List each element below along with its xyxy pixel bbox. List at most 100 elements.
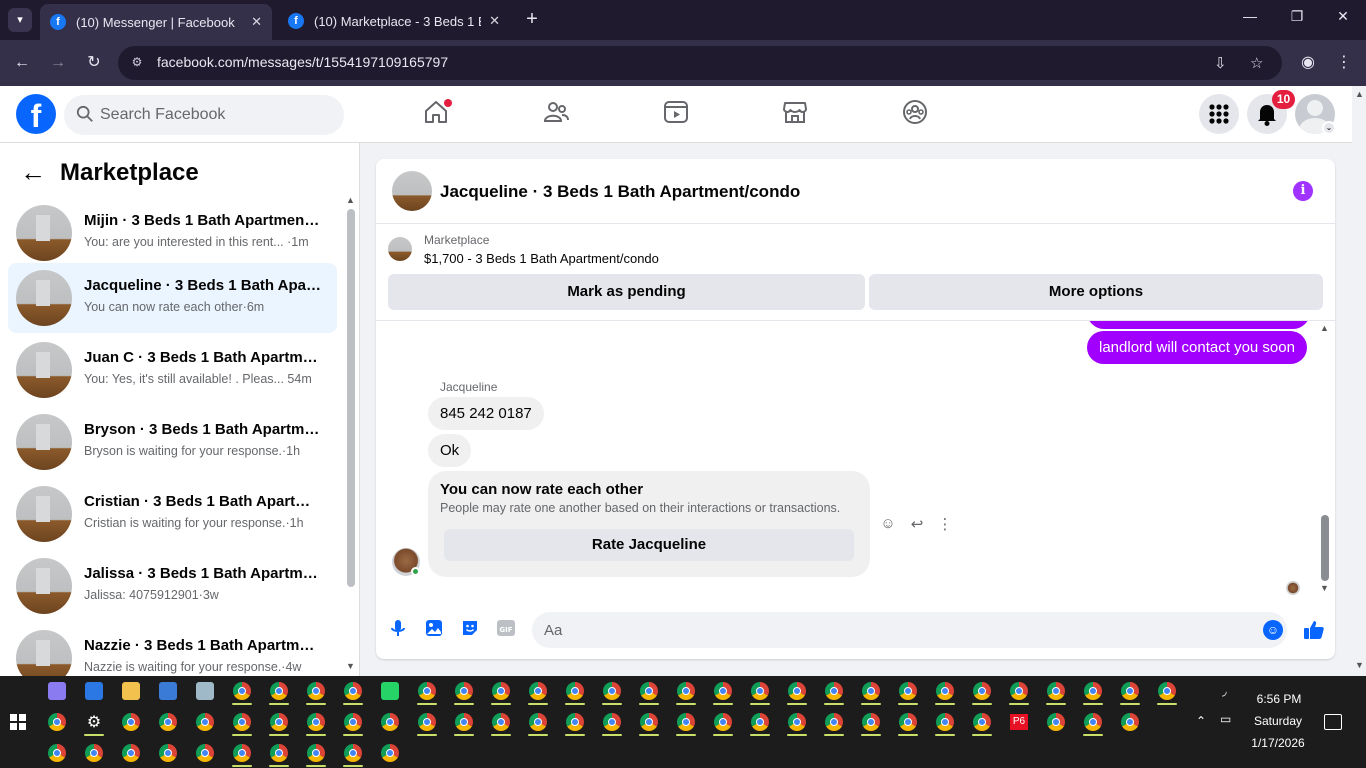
minimize-icon[interactable]: —	[1238, 8, 1262, 24]
conversation-item[interactable]: Jacqueline · 3 Beds 1 Bath Apart... You c…	[8, 263, 337, 333]
message-input-box[interactable]	[532, 612, 1287, 648]
chrome-taskbar-icon[interactable]	[307, 682, 325, 700]
taskbar-app-icon[interactable]	[122, 682, 140, 700]
chrome-taskbar-icon[interactable]	[233, 744, 251, 762]
chrome-taskbar-icon[interactable]	[862, 713, 880, 731]
chrome-taskbar-icon[interactable]	[492, 713, 510, 731]
rate-jacqueline-button[interactable]: Rate Jacqueline	[444, 529, 854, 561]
chrome-taskbar-icon[interactable]	[344, 744, 362, 762]
chrome-taskbar-icon[interactable]	[936, 682, 954, 700]
chrome-taskbar-icon[interactable]	[640, 713, 658, 731]
menu-grid-button[interactable]	[1199, 94, 1239, 134]
scroll-down-arrow-icon[interactable]: ▼	[346, 661, 355, 671]
mark-as-pending-button[interactable]: Mark as pending	[388, 274, 865, 310]
conversation-item[interactable]: Jalissa · 3 Beds 1 Bath Apartmen... Jalis…	[8, 551, 337, 621]
facebook-logo[interactable]: f	[16, 94, 56, 134]
url-bar[interactable]: ⚙ facebook.com/messages/t/15541971091657…	[118, 46, 1282, 80]
chevron-down-icon[interactable]: ⌄	[1322, 121, 1336, 135]
conversation-item[interactable]: Mijin · 3 Beds 1 Bath Apartment/... You: …	[8, 198, 337, 268]
browser-menu-icon[interactable]: ⋮	[1332, 52, 1356, 74]
chrome-taskbar-icon[interactable]	[603, 713, 621, 731]
chrome-taskbar-icon[interactable]	[307, 744, 325, 762]
chrome-taskbar-icon[interactable]	[455, 713, 473, 731]
microphone-icon[interactable]	[388, 618, 408, 638]
groups-icon[interactable]	[901, 98, 929, 126]
windows-start-icon[interactable]	[10, 714, 26, 730]
info-icon[interactable]: i	[1293, 181, 1313, 201]
more-options-button[interactable]: More options	[869, 274, 1323, 310]
listing-thumbnail[interactable]	[392, 171, 432, 211]
chrome-taskbar-icon[interactable]	[566, 682, 584, 700]
chrome-taskbar-icon[interactable]	[48, 713, 66, 731]
facebook-search[interactable]	[64, 95, 344, 135]
clock-day[interactable]: Saturday	[1246, 714, 1310, 728]
bookmark-star-icon[interactable]: ☆	[1250, 54, 1263, 72]
chrome-taskbar-icon[interactable]	[973, 682, 991, 700]
sticker-icon[interactable]	[460, 618, 480, 638]
taskbar-app-icon[interactable]	[381, 682, 399, 700]
battery-icon[interactable]: ▭	[1220, 712, 1231, 726]
chrome-taskbar-icon[interactable]	[788, 713, 806, 731]
chrome-taskbar-icon[interactable]	[85, 744, 103, 762]
chevron-up-icon[interactable]: ⌃	[1196, 714, 1206, 728]
chrome-taskbar-icon[interactable]	[714, 682, 732, 700]
clock-time[interactable]: 6:56 PM	[1250, 692, 1308, 706]
chrome-taskbar-icon[interactable]	[122, 713, 140, 731]
marketplace-icon[interactable]	[781, 98, 809, 126]
emoji-icon[interactable]: ☺	[1263, 620, 1283, 640]
taskbar-app-icon[interactable]	[196, 682, 214, 700]
chrome-taskbar-icon[interactable]	[640, 682, 658, 700]
listing-description[interactable]: $1,700 - 3 Beds 1 Bath Apartment/condo	[424, 251, 659, 266]
chrome-taskbar-icon[interactable]	[899, 682, 917, 700]
chrome-taskbar-icon[interactable]	[862, 682, 880, 700]
chrome-taskbar-icon[interactable]	[936, 713, 954, 731]
chrome-taskbar-icon[interactable]	[307, 713, 325, 731]
friends-icon[interactable]	[542, 98, 570, 126]
reply-icon[interactable]: ↩	[907, 515, 927, 533]
back-arrow-icon[interactable]: ←	[10, 52, 34, 74]
search-input[interactable]	[100, 95, 330, 135]
chrome-taskbar-icon[interactable]	[492, 682, 510, 700]
chrome-taskbar-icon[interactable]	[566, 713, 584, 731]
back-arrow-icon[interactable]: ←	[20, 157, 46, 188]
notification-center-icon[interactable]	[1324, 714, 1342, 730]
close-tab-icon[interactable]: ✕	[489, 13, 500, 29]
chrome-taskbar-icon[interactable]	[1047, 682, 1065, 700]
chrome-taskbar-icon[interactable]	[714, 713, 732, 731]
forward-arrow-icon[interactable]: →	[46, 52, 70, 74]
thumbs-up-icon[interactable]	[1302, 618, 1326, 642]
taskbar-app-icon[interactable]	[85, 682, 103, 700]
conversation-item[interactable]: Cristian · 3 Beds 1 Bath Apartme... Crist…	[8, 479, 337, 549]
scroll-down-arrow-icon[interactable]: ▼	[1320, 583, 1329, 593]
chrome-taskbar-icon[interactable]	[122, 744, 140, 762]
listing-small-thumbnail[interactable]	[388, 237, 412, 261]
chrome-taskbar-icon[interactable]	[1158, 682, 1176, 700]
browser-tab-marketplace[interactable]: f (10) Marketplace - 3 Beds 1 Bath ✕	[278, 6, 510, 36]
more-actions-icon[interactable]: ⋮	[935, 515, 955, 533]
chrome-taskbar-icon[interactable]	[973, 713, 991, 731]
chrome-taskbar-icon[interactable]	[677, 682, 695, 700]
chrome-taskbar-icon[interactable]	[418, 713, 436, 731]
outgoing-message-partial[interactable]	[1087, 321, 1310, 329]
incoming-message[interactable]: 845 242 0187	[428, 397, 544, 430]
chrome-taskbar-icon[interactable]	[233, 713, 251, 731]
chrome-taskbar-icon[interactable]	[1121, 682, 1139, 700]
gif-icon[interactable]: GIF	[496, 618, 516, 638]
restore-icon[interactable]: ❐	[1285, 8, 1309, 25]
conversation-item[interactable]: Juan C · 3 Beds 1 Bath Apartmen... You: Y…	[8, 335, 337, 405]
thread-scrollbar[interactable]	[1321, 515, 1329, 581]
close-tab-icon[interactable]: ✕	[251, 14, 262, 30]
wifi-icon[interactable]: ◞	[1222, 684, 1227, 698]
chrome-taskbar-icon[interactable]	[455, 682, 473, 700]
chrome-taskbar-icon[interactable]	[344, 713, 362, 731]
chrome-taskbar-icon[interactable]	[825, 682, 843, 700]
taskbar-app-icon[interactable]	[48, 682, 66, 700]
chrome-taskbar-icon[interactable]	[751, 713, 769, 731]
install-app-icon[interactable]: ⇩	[1214, 54, 1227, 72]
chrome-taskbar-icon[interactable]	[788, 682, 806, 700]
chrome-taskbar-icon[interactable]	[751, 682, 769, 700]
reload-icon[interactable]: ↻	[82, 52, 106, 74]
chrome-taskbar-icon[interactable]	[270, 744, 288, 762]
chrome-taskbar-icon[interactable]	[381, 744, 399, 762]
chrome-taskbar-icon[interactable]	[1010, 682, 1028, 700]
